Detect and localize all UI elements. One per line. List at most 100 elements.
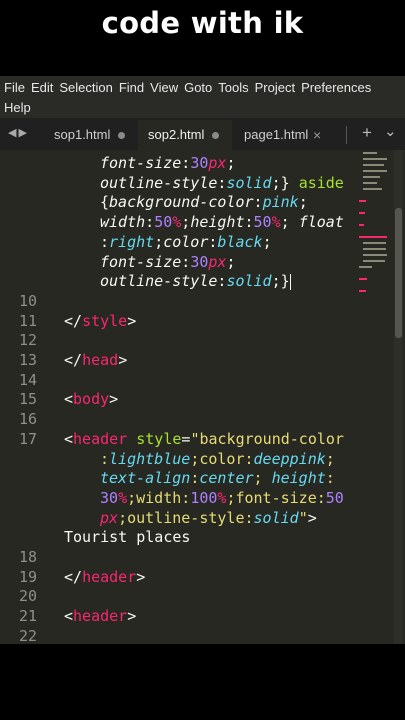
code-text: :right;color:black;: [100, 233, 272, 251]
code-line[interactable]: 22: [0, 627, 355, 644]
menu-item-help[interactable]: Help: [4, 100, 31, 115]
code-line[interactable]: 21 <header>: [0, 607, 355, 627]
code-token: px: [208, 252, 227, 271]
code-line[interactable]: 19 </header>: [0, 568, 355, 588]
code-line[interactable]: Tourist places: [0, 528, 355, 548]
text-cursor: [289, 273, 291, 290]
code-text: <body>: [64, 390, 118, 408]
minimap-line: [363, 176, 381, 178]
code-token: </: [64, 567, 83, 586]
code-token: height: [271, 469, 326, 488]
minimap-line: [363, 182, 377, 184]
tab-forward-icon[interactable]: ▶: [18, 127, 28, 139]
tab-page1[interactable]: page1.html ×: [234, 120, 330, 150]
line-number: 20: [18, 587, 37, 606]
code-line[interactable]: 14: [0, 371, 355, 391]
menu-item-find[interactable]: Find: [119, 80, 144, 95]
code-text: px;outline-style:solid">: [100, 509, 317, 527]
line-number: 16: [18, 410, 37, 429]
line-number: 14: [18, 370, 37, 389]
tab-label: sop2.html: [148, 127, 205, 142]
code-token: font-size: [100, 252, 182, 271]
minimap[interactable]: [357, 150, 393, 320]
code-token: :: [145, 213, 155, 232]
code-token: >: [136, 567, 146, 586]
code-token: :: [181, 252, 191, 271]
tab-sop2[interactable]: sop2.html: [138, 120, 232, 150]
code-token: %: [118, 488, 128, 507]
code-token: background-color: [109, 193, 254, 212]
menu-item-goto[interactable]: Goto: [184, 80, 212, 95]
code-line[interactable]: width:50%;height:50%; float: [0, 213, 355, 233]
vertical-scrollbar[interactable]: [394, 150, 403, 644]
code-line[interactable]: 17 <header style="background-color: [0, 430, 355, 450]
code-token: ;: [262, 232, 272, 251]
code-token: ;: [226, 154, 236, 172]
code-text: <header style="background-color: [64, 430, 344, 448]
code-line[interactable]: :lightblue;color:deeppink;: [0, 450, 355, 470]
code-line[interactable]: px;outline-style:solid">: [0, 509, 355, 529]
tab-list-icon[interactable]: ⌄: [384, 122, 397, 140]
code-token: font-size: [100, 154, 182, 172]
code-line[interactable]: 11 </style>: [0, 312, 355, 332]
code-token: ;: [298, 193, 308, 212]
menu-item-view[interactable]: View: [150, 80, 178, 95]
code-line[interactable]: outline-style:solid;}: [0, 272, 355, 292]
menu-item-preferences[interactable]: Preferences: [301, 80, 371, 95]
tab-back-icon[interactable]: ◀: [8, 127, 18, 139]
minimap-line: [363, 158, 388, 160]
code-line[interactable]: 16: [0, 410, 355, 430]
close-icon[interactable]: ×: [313, 120, 321, 150]
code-token: %: [172, 213, 182, 232]
code-token: solid: [226, 272, 272, 291]
code-token: ;font-size:: [226, 488, 326, 507]
code-token: px: [208, 154, 227, 172]
line-number: 19: [18, 567, 37, 586]
code-token: pink: [262, 193, 299, 212]
minimap-line: [359, 290, 367, 292]
code-text: outline-style:solid;} aside: [100, 174, 344, 192]
code-line[interactable]: :right;color:black;: [0, 233, 355, 253]
code-token: ;: [154, 232, 164, 251]
code-line[interactable]: 15 <body>: [0, 390, 355, 410]
code-line[interactable]: 13 </head>: [0, 351, 355, 371]
code-line[interactable]: {background-color:pink;: [0, 193, 355, 213]
menu-item-selection[interactable]: Selection: [59, 80, 112, 95]
code-token: <: [64, 429, 74, 448]
tab-sop1[interactable]: sop1.html: [44, 120, 136, 150]
menu-item-project[interactable]: Project: [255, 80, 295, 95]
code-token: height: [190, 213, 245, 232]
code-token: :: [253, 193, 263, 212]
code-line[interactable]: 30%;width:100%;font-size:50: [0, 489, 355, 509]
code-token: 50: [253, 213, 272, 232]
code-line[interactable]: 18: [0, 548, 355, 568]
code-token: Tourist places: [64, 528, 191, 547]
code-line[interactable]: 10: [0, 292, 355, 312]
code-token: >: [127, 607, 137, 626]
code-line[interactable]: font-size:30px;: [0, 253, 355, 273]
line-number: 17: [18, 429, 37, 448]
code-line[interactable]: 12: [0, 331, 355, 351]
minimap-line: [359, 224, 365, 226]
code-token: color: [163, 232, 209, 251]
code-token: outline-style: [100, 173, 218, 192]
menu-item-tools[interactable]: Tools: [218, 80, 248, 95]
new-tab-icon[interactable]: +: [362, 123, 372, 143]
code-token: body: [73, 390, 110, 409]
code-line[interactable]: outline-style:solid;} aside: [0, 174, 355, 194]
code-text: <header>: [64, 607, 136, 625]
code-token: header: [82, 567, 137, 586]
line-number: 22: [18, 626, 37, 644]
code-token: solid: [226, 173, 272, 192]
menu-item-file[interactable]: File: [4, 80, 25, 95]
code-line[interactable]: font-size:30px;: [0, 154, 355, 174]
code-token: 50: [154, 213, 173, 232]
code-line[interactable]: 20: [0, 587, 355, 607]
scrollbar-thumb[interactable]: [395, 208, 402, 338]
code-editor[interactable]: font-size:30px; outline-style:solid;} asi…: [0, 150, 405, 644]
code-token: style: [82, 311, 128, 330]
menu-item-edit[interactable]: Edit: [31, 80, 53, 95]
code-line[interactable]: text-align:center; height:: [0, 469, 355, 489]
menu-bar: File Edit Selection Find View Goto Tools Projec…: [0, 76, 405, 118]
